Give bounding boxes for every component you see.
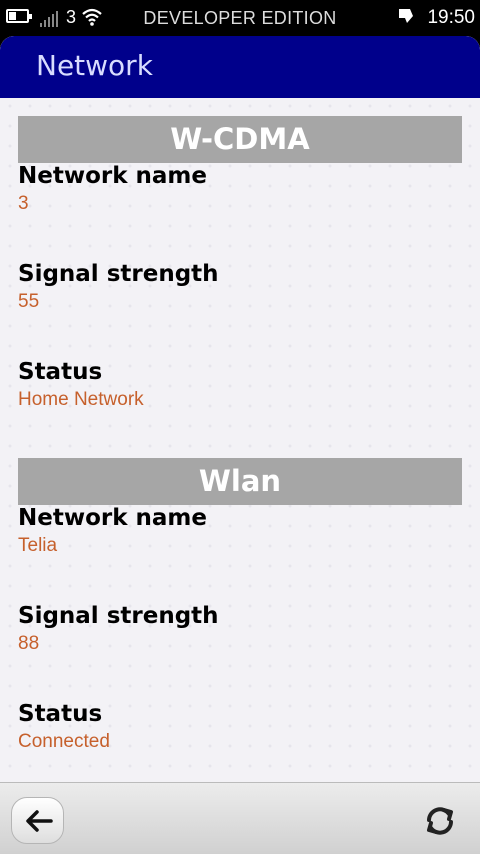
alarm-icon — [399, 9, 413, 23]
field-value-network-name: Telia — [18, 535, 58, 556]
field-label-signal-strength: Signal strength — [18, 603, 219, 629]
field-value-status: Connected — [18, 731, 110, 752]
back-arrow-icon — [26, 810, 53, 832]
field-label-signal-strength: Signal strength — [18, 261, 219, 287]
clock: 19:50 — [427, 7, 475, 28]
refresh-icon[interactable] — [422, 803, 458, 839]
title-bar: Network — [0, 36, 480, 98]
section-header-wcdma: W-CDMA — [18, 116, 462, 163]
bottom-toolbar — [0, 782, 480, 854]
field-label-status: Status — [18, 701, 103, 727]
page-title: Network — [36, 49, 153, 82]
field-label-network-name: Network name — [18, 505, 207, 531]
field-label-status: Status — [18, 359, 103, 385]
field-value-signal-strength: 55 — [18, 291, 40, 312]
field-value-network-name: 3 — [18, 193, 29, 214]
app-window: Network W-CDMA Network name 3 Signal str… — [0, 36, 480, 854]
section-header-wlan: Wlan — [18, 458, 462, 505]
back-button[interactable] — [11, 797, 64, 844]
field-value-status: Home Network — [18, 389, 144, 410]
status-bar: 3 DEVELOPER EDITION 19:50 — [0, 0, 480, 36]
field-label-network-name: Network name — [18, 163, 207, 189]
field-value-signal-strength: 88 — [18, 633, 40, 654]
